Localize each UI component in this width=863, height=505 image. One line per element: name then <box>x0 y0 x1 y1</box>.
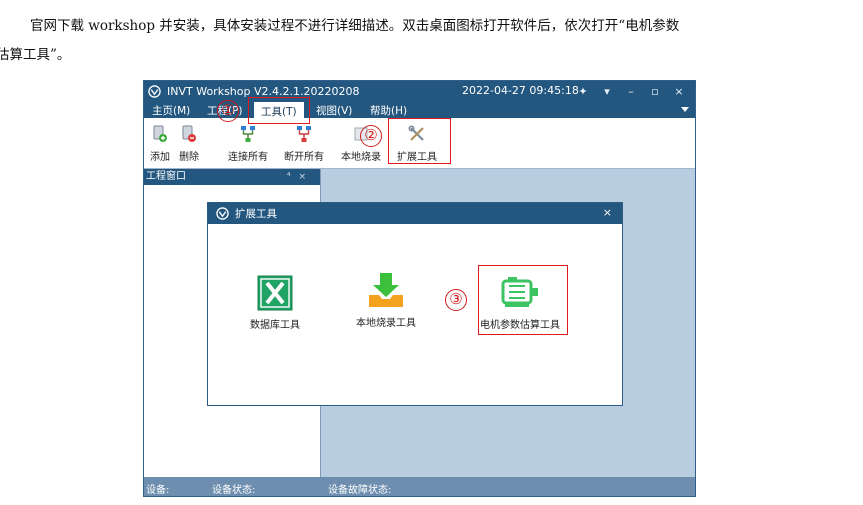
status-device-state: 设备状态: <box>212 485 256 496</box>
step1-marker: ① <box>217 100 239 122</box>
status-device: 设备: <box>146 485 170 496</box>
doc-paragraph-line-2: 估算工具”。 <box>0 47 71 63</box>
app-logo-icon <box>148 84 161 98</box>
step2-highlight-box <box>388 118 451 164</box>
step1-highlight-box <box>248 97 310 124</box>
panel-pin-close-icon[interactable]: ⁴× <box>287 169 314 185</box>
dialog-logo-icon <box>216 207 229 220</box>
local-burn-label: 本地烧录 <box>341 152 381 163</box>
project-panel-header: 工程窗口 ⁴× <box>144 169 320 185</box>
project-panel-title: 工程窗口 <box>146 171 186 182</box>
title-bar: INVT Workshop V2.4.2.1.20220208 2022-04-… <box>144 81 695 101</box>
menu-home[interactable]: 主页(M) <box>152 103 190 118</box>
close-icon[interactable]: × <box>667 85 691 98</box>
step3-marker: ③ <box>445 289 467 311</box>
dialog-title: 扩展工具 <box>235 208 277 220</box>
local-burn-tool-label: 本地烧录工具 <box>356 318 416 329</box>
excel-database-icon <box>257 275 293 311</box>
dialog-title-bar: 扩展工具 × <box>208 203 622 224</box>
connect-all-icon <box>241 126 255 142</box>
doc-paragraph-line-1: 官网下载 workshop 并安装，具体安装过程不进行详细描述。双击桌面图标打开… <box>30 18 680 34</box>
datetime-display: 2022-04-27 09:45:18 <box>462 84 579 97</box>
status-device-fault: 设备故障状态: <box>328 485 392 496</box>
connect-all-button[interactable]: 连接所有 <box>228 118 268 168</box>
status-bar: 设备: 设备状态: 设备故障状态: <box>144 477 695 496</box>
maximize-icon[interactable]: ▫ <box>643 85 667 98</box>
database-tool-label: 数据库工具 <box>250 320 300 331</box>
add-button-label: 添加 <box>150 152 170 163</box>
menu-help[interactable]: 帮助(H) <box>370 103 407 118</box>
delete-device-icon <box>182 125 196 142</box>
disconnect-all-icon <box>297 126 311 142</box>
settings-icon[interactable]: ✦ <box>571 85 595 98</box>
disconnect-all-label: 断开所有 <box>284 152 324 163</box>
dropdown-icon[interactable]: ▾ <box>595 85 619 98</box>
add-device-icon <box>153 125 167 142</box>
local-burn-tool[interactable]: 本地烧录工具 <box>356 271 416 329</box>
download-tray-icon <box>369 273 403 307</box>
disconnect-all-button[interactable]: 断开所有 <box>284 118 324 168</box>
step3-highlight-box <box>478 265 568 335</box>
menu-view[interactable]: 视图(V) <box>316 103 352 118</box>
add-button[interactable]: 添加 <box>150 118 170 168</box>
step2-marker: ② <box>360 125 382 147</box>
delete-button-label: 删除 <box>179 152 199 163</box>
ribbon-collapse-icon[interactable] <box>681 107 689 112</box>
minimize-icon[interactable]: – <box>619 85 643 98</box>
connect-all-label: 连接所有 <box>228 152 268 163</box>
window-title: INVT Workshop V2.4.2.1.20220208 <box>167 84 360 98</box>
dialog-close-icon[interactable]: × <box>603 206 612 219</box>
delete-button[interactable]: 删除 <box>179 118 199 168</box>
database-tool[interactable]: 数据库工具 <box>250 275 300 331</box>
